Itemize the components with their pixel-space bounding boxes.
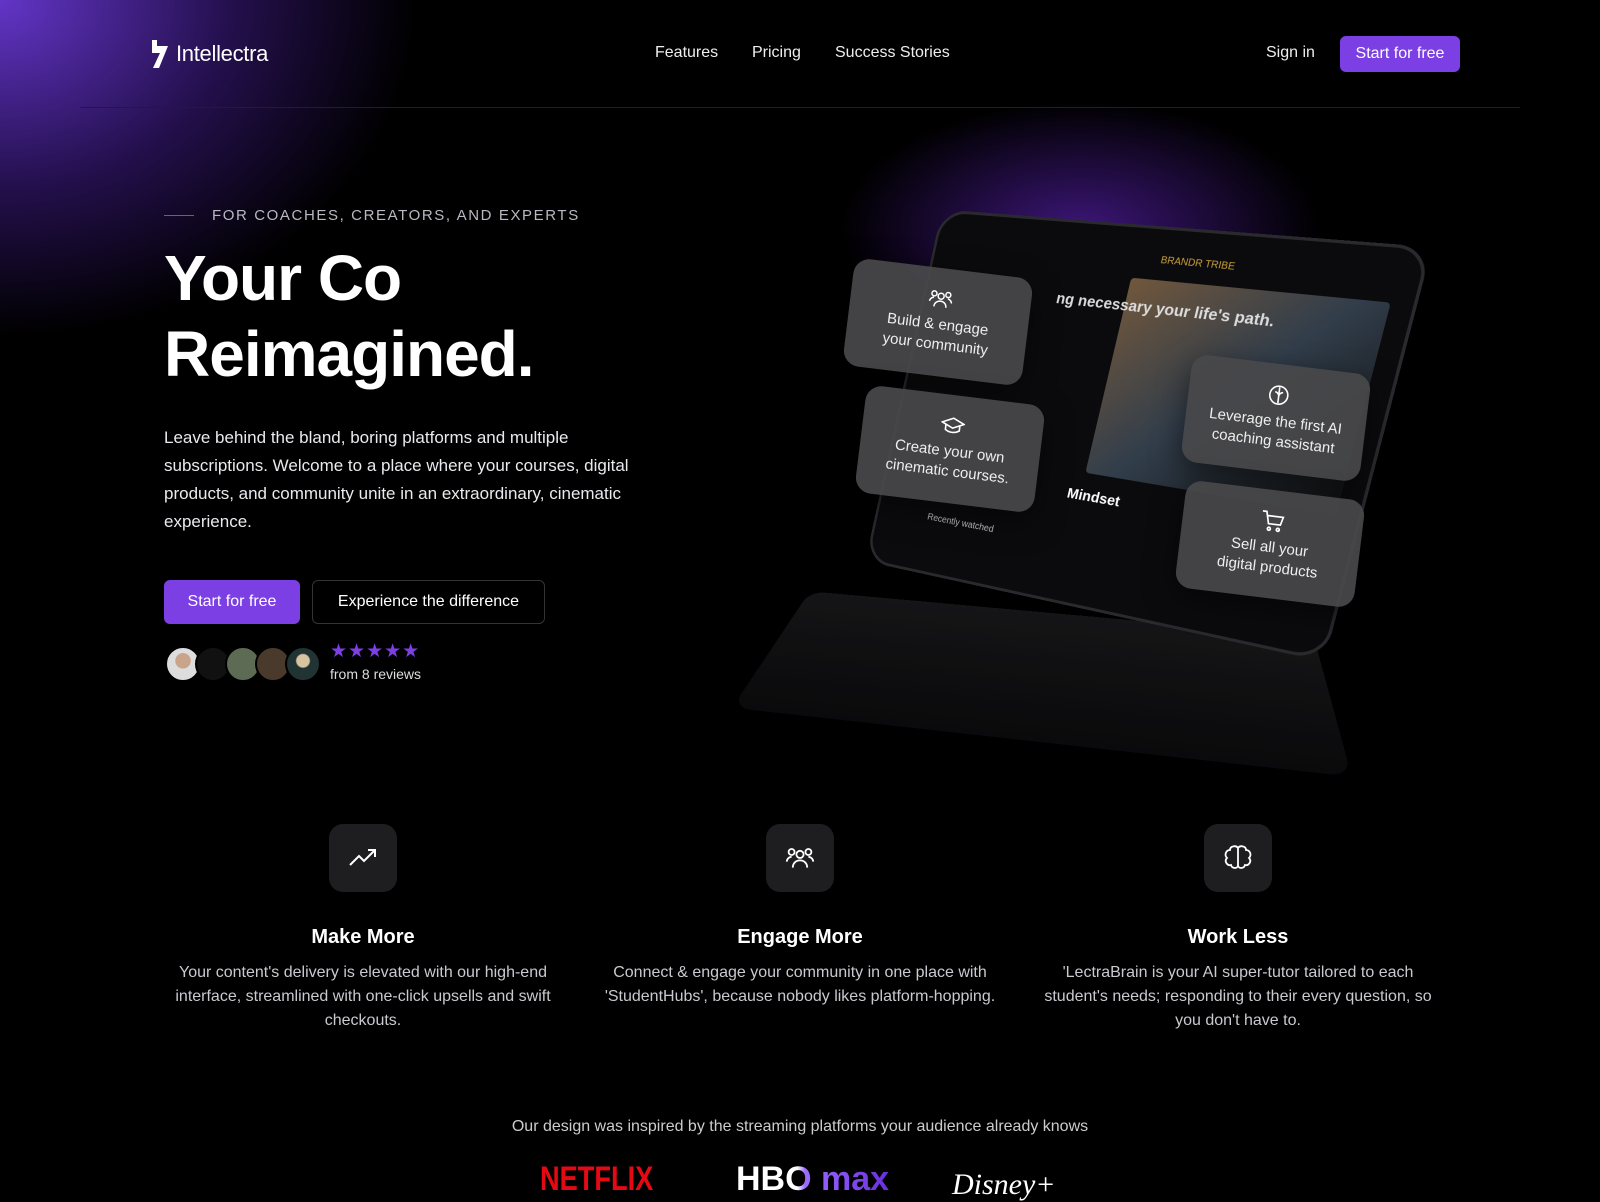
nav-pricing[interactable]: Pricing (752, 44, 801, 62)
feature-title: Make More (163, 926, 563, 949)
feature-work-less: Work Less 'LectraBrain is your AI super-… (1038, 824, 1438, 1033)
nav-success-stories[interactable]: Success Stories (835, 44, 950, 62)
trending-up-icon (329, 824, 397, 892)
card-ai: Leverage the first AI coaching assistant (1180, 353, 1372, 482)
hbomax-logo: HBO max (736, 1160, 889, 1199)
hero-description: Leave behind the bland, boring platforms… (164, 424, 674, 536)
card-community: Build & engage your community (842, 257, 1034, 386)
eyebrow-line (164, 215, 194, 216)
disney-logo: Disney+ (952, 1168, 1056, 1202)
inspired-text: Our design was inspired by the streaming… (0, 1118, 1600, 1136)
feature-title: Work Less (1038, 926, 1438, 949)
mockup-series: Mindset (1065, 485, 1121, 511)
reviewer-avatars (165, 646, 315, 682)
logo-icon (150, 40, 170, 68)
cart-icon (1260, 509, 1287, 534)
nav-features[interactable]: Features (655, 44, 718, 62)
eyebrow-text: FOR COACHES, CREATORS, AND EXPERTS (212, 207, 580, 224)
hero-start-button[interactable]: Start for free (164, 580, 300, 624)
card-courses: Create your own cinematic courses. (854, 384, 1046, 513)
card-products: Sell all your digital products (1174, 479, 1366, 608)
brain-icon (1267, 383, 1292, 408)
card-text: Sell all your digital products (1206, 531, 1330, 585)
feature-title: Engage More (600, 926, 1000, 949)
title-line-1: Your Co (164, 242, 401, 314)
rating-stars: ★★★★★ (330, 640, 420, 663)
card-text: Build & engage your community (869, 307, 1003, 363)
hero-title: Your CoReimagined. (164, 240, 534, 392)
nav-divider (80, 107, 1520, 108)
netflix-logo: NETFLIX (540, 1160, 653, 1199)
title-line-2: Reimagined. (164, 318, 534, 390)
feature-desc: Connect & engage your community in one p… (600, 961, 1000, 1009)
feature-desc: Your content's delivery is elevated with… (163, 961, 563, 1033)
graduation-cap-icon (940, 415, 966, 438)
brand-logo[interactable]: Intellectra (150, 40, 268, 68)
reviews-count: from 8 reviews (330, 666, 421, 682)
nav-start-button[interactable]: Start for free (1340, 36, 1460, 72)
feature-engage-more: Engage More Connect & engage your commun… (600, 824, 1000, 1009)
brand-name: Intellectra (176, 41, 268, 67)
card-text: Leverage the first AI coaching assistant (1197, 403, 1351, 461)
avatar (285, 646, 321, 682)
users-icon (928, 288, 954, 311)
feature-make-more: Make More Your content's delivery is ele… (163, 824, 563, 1033)
experience-button[interactable]: Experience the difference (312, 580, 545, 624)
mockup-brand: BRANDR TRIBE (1159, 255, 1236, 273)
users-icon (766, 824, 834, 892)
card-text: Create your own cinematic courses. (877, 434, 1021, 491)
feature-desc: 'LectraBrain is your AI super-tutor tail… (1038, 961, 1438, 1033)
brain-icon (1204, 824, 1272, 892)
sign-in-link[interactable]: Sign in (1266, 44, 1315, 62)
mockup-recent: Recently watched (926, 512, 994, 535)
eyebrow: FOR COACHES, CREATORS, AND EXPERTS (164, 207, 580, 224)
